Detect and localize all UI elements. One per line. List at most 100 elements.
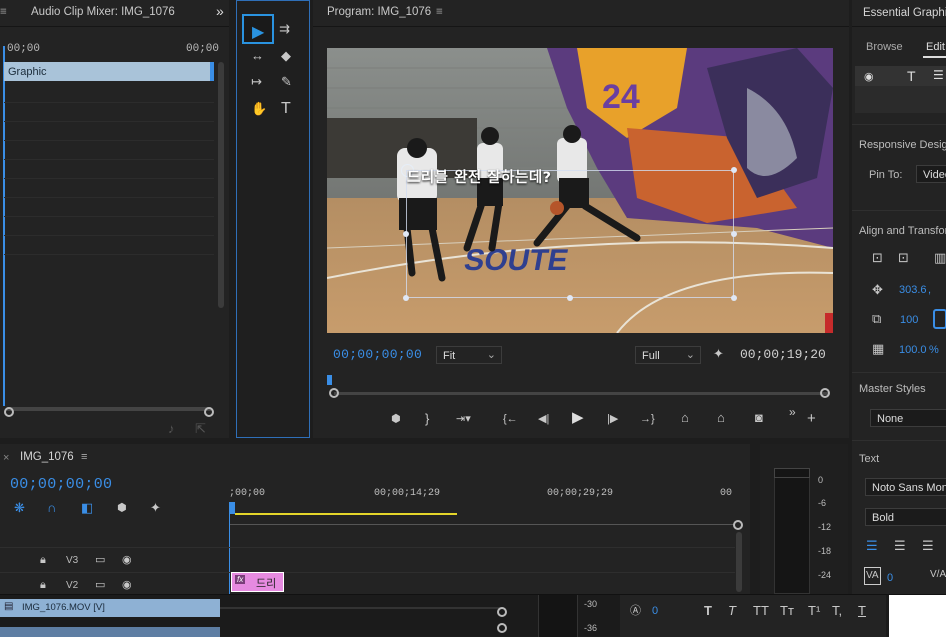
slip-icon[interactable]: ↦ — [251, 74, 262, 90]
ruler-zoom-handle[interactable] — [733, 520, 743, 530]
strip-scroll-handle-lower[interactable] — [497, 623, 507, 633]
mixer-export-icon[interactable]: ⇱ — [195, 421, 206, 437]
step-forward-icon[interactable]: |▶ — [607, 411, 618, 427]
align-vertical-icon[interactable]: ▥ — [934, 250, 946, 266]
mixer-graphic-track[interactable]: Graphic — [4, 62, 214, 81]
scrub-handle-left[interactable] — [329, 388, 339, 398]
scrub-handle-right[interactable] — [820, 388, 830, 398]
bbox-handle[interactable] — [403, 231, 409, 237]
position-x-value[interactable]: 303.6 — [899, 284, 927, 296]
audio-mixer-title[interactable]: Audio Clip Mixer: IMG_1076 — [31, 6, 175, 18]
add-button-icon[interactable]: + — [807, 411, 816, 427]
bbox-handle[interactable] — [731, 295, 737, 301]
go-to-in-icon[interactable]: ⇥▾ — [456, 411, 471, 427]
constrain-proportions-icon[interactable] — [933, 309, 946, 329]
align-right-text-icon[interactable]: ☰ — [922, 538, 934, 554]
mixer-zoom-scrollbar[interactable] — [6, 407, 212, 411]
mark-out-icon[interactable]: } — [425, 411, 429, 427]
panel-overflow-icon[interactable]: » — [216, 3, 224, 19]
mixer-vertical-scrollbar[interactable] — [218, 62, 224, 308]
lock-icon[interactable]: 🔒︎ — [40, 552, 46, 568]
pen-icon[interactable]: ✎ — [281, 74, 292, 90]
nest-sequence-icon[interactable]: ❋ — [14, 500, 25, 516]
play-icon[interactable]: ▶ — [572, 410, 584, 426]
bbox-handle[interactable] — [567, 295, 573, 301]
layer-list[interactable]: ◉ T ☰ — [855, 66, 946, 113]
razor-icon[interactable]: ◆ — [281, 48, 291, 64]
align-center-icon[interactable]: ⊡ — [872, 250, 883, 266]
go-to-next-edit-icon[interactable]: →} — [640, 411, 655, 427]
essential-graphics-title[interactable]: Essential Graphic — [863, 7, 946, 19]
subscript-button[interactable]: T, — [832, 603, 842, 619]
lift-icon[interactable]: ⌂ — [681, 410, 689, 426]
mixer-zoom-handle-left[interactable] — [4, 407, 14, 417]
program-playhead-marker[interactable] — [327, 375, 332, 385]
visibility-eye-icon[interactable]: ◉ — [864, 70, 874, 83]
mixer-audio-icon[interactable]: ♪ — [168, 421, 175, 437]
step-back-icon[interactable]: ◀| — [538, 411, 549, 427]
snap-magnet-icon[interactable]: ∩ — [47, 500, 56, 516]
graphic-clip[interactable]: fx 드리 — [231, 572, 284, 592]
all-caps-button[interactable]: TT — [753, 603, 769, 619]
go-to-previous-edit-icon[interactable]: {← — [503, 411, 518, 427]
timeline-settings-icon[interactable]: ✦ — [150, 500, 161, 516]
faux-bold-button[interactable]: T — [704, 603, 712, 619]
export-frame-icon[interactable]: ◙ — [755, 410, 763, 426]
master-styles-dropdown[interactable]: None — [870, 409, 946, 427]
bbox-handle[interactable] — [731, 167, 737, 173]
pin-to-dropdown[interactable]: Video — [916, 165, 946, 183]
settings-wrench-icon[interactable]: ✦ — [713, 346, 724, 362]
selection-tool[interactable]: ▶ — [242, 14, 274, 44]
tracking-value-lower[interactable]: 0 — [652, 605, 658, 617]
track-select-forward-icon[interactable]: ⇉ — [279, 21, 290, 37]
source-clip-bar[interactable]: ▤ IMG_1076.MOV [V] — [0, 599, 220, 617]
font-family-dropdown[interactable]: Noto Sans Mon — [865, 478, 946, 496]
small-caps-button[interactable]: Tт — [780, 603, 794, 619]
tab-edit[interactable]: Edit — [926, 41, 945, 53]
scale-value[interactable]: 100 — [900, 314, 918, 326]
tab-browse[interactable]: Browse — [866, 41, 903, 53]
resolution-dropdown[interactable]: Full ⌄ — [635, 346, 701, 364]
linked-selection-icon[interactable]: ◧ — [81, 500, 93, 516]
extract-icon[interactable]: ⌂ — [717, 410, 725, 426]
timeline-close-icon[interactable]: × — [3, 452, 9, 464]
timeline-menu-icon[interactable]: ≡ — [81, 451, 87, 463]
button-editor-overflow-icon[interactable]: » — [789, 404, 796, 420]
opacity-value[interactable]: 100.0 — [899, 344, 927, 356]
mixer-zoom-handle-right[interactable] — [204, 407, 214, 417]
eye-icon[interactable]: ◉ — [122, 577, 132, 593]
program-video-frame[interactable]: 24 SOUTE 드리블 완전 잘하는데? — [327, 48, 833, 333]
work-area-bar[interactable] — [235, 513, 457, 515]
caption-bounding-box[interactable] — [406, 170, 734, 298]
align-middle-icon[interactable]: ⊡ — [898, 250, 909, 266]
underline-button[interactable]: T — [858, 603, 866, 619]
strip-scroll-handle[interactable] — [497, 607, 507, 617]
tracking-value[interactable]: 0 — [887, 572, 893, 584]
hand-icon[interactable]: ✋ — [251, 101, 267, 117]
bbox-handle[interactable] — [403, 295, 409, 301]
panel-menu-icon[interactable]: ≡ — [0, 6, 7, 18]
faux-italic-button[interactable]: T — [728, 603, 736, 619]
eye-icon[interactable]: ◉ — [122, 552, 132, 568]
ripple-edit-icon[interactable]: ↔ — [251, 48, 264, 64]
track-v3-header[interactable]: 🔒︎ V3 ▭ ◉ — [0, 547, 229, 571]
sync-lock-icon[interactable]: ▭ — [95, 552, 105, 568]
mixer-playhead[interactable] — [3, 46, 5, 406]
add-marker-timeline-icon[interactable]: ⬢ — [117, 500, 127, 516]
timeline-vertical-scrollbar[interactable] — [736, 532, 742, 592]
add-marker-icon[interactable]: ⬢ — [391, 411, 401, 427]
ruler-zoom-bar[interactable] — [229, 524, 735, 525]
font-style-dropdown[interactable]: Bold — [865, 508, 946, 526]
lock-icon[interactable]: 🔒︎ — [40, 577, 46, 593]
align-left-text-icon[interactable]: ☰ — [866, 538, 878, 554]
bbox-handle[interactable] — [731, 231, 737, 237]
sync-lock-icon[interactable]: ▭ — [95, 577, 105, 593]
program-monitor-title[interactable]: Program: IMG_1076 — [327, 6, 431, 18]
program-scrub-bar[interactable] — [334, 392, 828, 395]
zoom-fit-dropdown[interactable]: Fit ⌄ — [436, 346, 502, 364]
type-tool-icon[interactable]: T — [281, 101, 291, 117]
superscript-button[interactable]: T¹ — [808, 603, 820, 619]
strip-scroll-track[interactable] — [220, 607, 500, 609]
timeline-tab-title[interactable]: IMG_1076 — [20, 451, 74, 463]
video-caption-text[interactable]: 드리블 완전 잘하는데? — [407, 166, 552, 187]
